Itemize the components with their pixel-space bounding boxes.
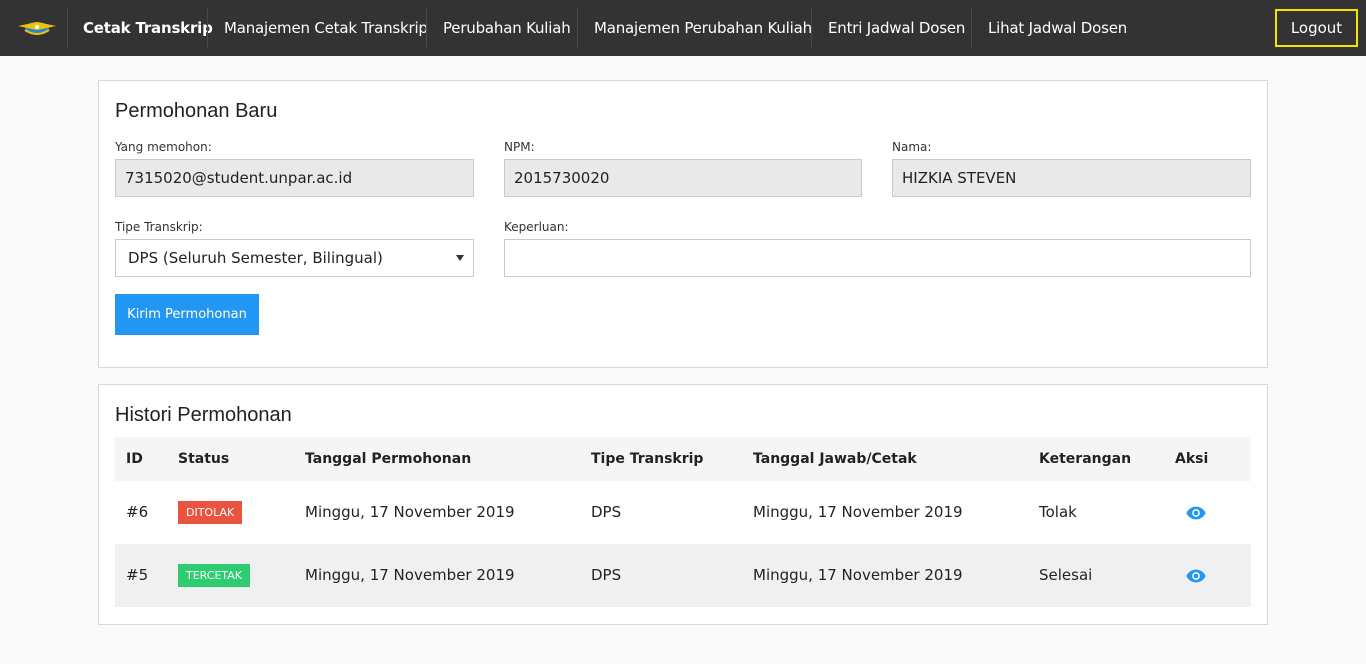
row-note: Tolak (1039, 503, 1077, 521)
column-header-action: Aksi (1175, 451, 1209, 467)
table-row: #6 Ditolak Minggu, 17 November 2019 DPS … (115, 481, 1251, 544)
nav-separator (67, 8, 68, 48)
nav-manajemen-perubahan-kuliah[interactable]: Manajemen Perubahan Kuliah (594, 0, 812, 56)
transcript-type-select[interactable]: DPS (Seluruh Semester, Bilingual) (115, 239, 474, 277)
row-answer-date: Minggu, 17 November 2019 (753, 503, 963, 521)
column-header-status: Status (178, 451, 230, 467)
column-header-id: ID (126, 451, 143, 467)
transcript-type-value: DPS (Seluruh Semester, Bilingual) (128, 249, 383, 267)
purpose-label: Keperluan: (504, 220, 569, 234)
column-header-request-date: Tanggal Permohonan (305, 451, 472, 467)
name-label: Nama: (892, 140, 932, 154)
requester-label: Yang memohon: (115, 140, 212, 154)
nav-separator (577, 8, 578, 48)
history-title: Histori Permohonan (115, 404, 292, 426)
transcript-type-label: Tipe Transkrip: (115, 220, 203, 234)
new-request-title: Permohonan Baru (115, 100, 278, 122)
column-header-transcript-type: Tipe Transkrip (591, 451, 704, 467)
chevron-down-icon (456, 255, 464, 261)
nav-separator (207, 8, 208, 48)
nav-separator (811, 8, 812, 48)
status-badge: Ditolak (178, 501, 243, 524)
row-id: #5 (126, 566, 149, 584)
request-history-panel: Histori Permohonan ID Status Tanggal Per… (98, 384, 1268, 625)
nav-separator (426, 8, 427, 48)
nav-lihat-jadwal-dosen[interactable]: Lihat Jadwal Dosen (988, 0, 1127, 56)
status-badge: Tercetak (178, 564, 250, 587)
row-transcript-type: DPS (591, 503, 622, 521)
requester-field[interactable]: 7315020@student.unpar.ac.id (115, 159, 474, 197)
row-request-date: Minggu, 17 November 2019 (305, 566, 515, 584)
row-transcript-type: DPS (591, 566, 622, 584)
logout-button[interactable]: Logout (1275, 9, 1358, 47)
unpar-logo-icon[interactable] (14, 14, 60, 42)
purpose-input[interactable] (504, 239, 1251, 277)
eye-icon[interactable] (1185, 565, 1207, 587)
row-id: #6 (126, 503, 149, 521)
npm-field[interactable]: 2015730020 (504, 159, 862, 197)
nav-perubahan-kuliah[interactable]: Perubahan Kuliah (443, 0, 571, 56)
top-navbar: Cetak Transkrip Manajemen Cetak Transkri… (0, 0, 1366, 56)
eye-icon[interactable] (1185, 502, 1207, 524)
column-header-note: Keterangan (1039, 451, 1132, 467)
npm-label: NPM: (504, 140, 535, 154)
column-header-answer-date: Tanggal Jawab/Cetak (753, 451, 917, 467)
name-field[interactable]: HIZKIA STEVEN (892, 159, 1251, 197)
nav-separator (971, 8, 972, 48)
row-answer-date: Minggu, 17 November 2019 (753, 566, 963, 584)
new-request-panel: Permohonan Baru Yang memohon: 7315020@st… (98, 80, 1268, 368)
row-request-date: Minggu, 17 November 2019 (305, 503, 515, 521)
row-note: Selesai (1039, 566, 1093, 584)
nav-entri-jadwal-dosen[interactable]: Entri Jadwal Dosen (828, 0, 965, 56)
nav-cetak-transkrip[interactable]: Cetak Transkrip (83, 0, 213, 56)
table-header: ID Status Tanggal Permohonan Tipe Transk… (115, 437, 1251, 481)
nav-manajemen-cetak-transkrip[interactable]: Manajemen Cetak Transkrip (224, 0, 428, 56)
submit-request-button[interactable]: Kirim Permohonan (115, 294, 259, 335)
table-row: #5 Tercetak Minggu, 17 November 2019 DPS… (115, 544, 1251, 607)
